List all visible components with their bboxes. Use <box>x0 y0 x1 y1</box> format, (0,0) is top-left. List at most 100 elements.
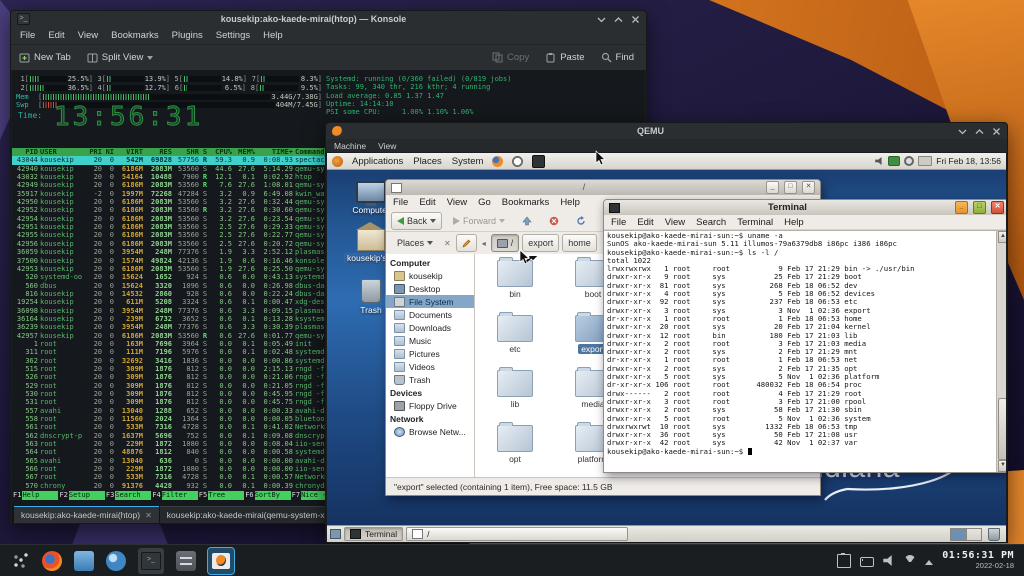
column-header-s[interactable]: S <box>201 148 209 156</box>
scroll-down-icon[interactable]: ▼ <box>998 460 1006 472</box>
path-button-root[interactable]: / <box>491 234 520 252</box>
scroll-up-icon[interactable]: ▲ <box>998 231 1006 243</box>
path-scroll-left-icon[interactable]: ◂ <box>482 239 486 248</box>
folder-etc[interactable]: etc <box>483 315 547 356</box>
menu-item-plugins[interactable]: Plugins <box>172 30 203 41</box>
fkey-f3[interactable]: F3Search <box>105 491 151 500</box>
volume-icon[interactable] <box>875 157 884 166</box>
trash-applet-icon[interactable] <box>988 528 1000 541</box>
menu-item-bookmarks[interactable]: Bookmarks <box>111 30 159 41</box>
menu-item-places[interactable]: Places <box>413 156 442 167</box>
menu-item-help[interactable]: Help <box>263 30 283 41</box>
terminal-titlebar[interactable]: Terminal _ □ ✕ <box>604 200 1006 215</box>
minimize-icon[interactable]: _ <box>766 181 779 194</box>
close-icon[interactable]: ✕ <box>802 181 815 194</box>
maximize-icon[interactable]: □ <box>784 181 797 194</box>
konsole-task-button[interactable]: >_ <box>138 548 164 574</box>
maximize-icon[interactable] <box>975 127 984 136</box>
clipboard-icon[interactable] <box>837 554 851 568</box>
menu-item-file[interactable]: File <box>611 217 626 228</box>
column-header-mem[interactable]: MEM% <box>234 148 255 156</box>
clock-applet-icon[interactable] <box>904 156 914 166</box>
column-header-virt[interactable]: VIRT <box>116 148 143 156</box>
fkey-f1[interactable]: F1Help <box>12 491 58 500</box>
keyboard-icon[interactable] <box>860 557 874 567</box>
find-button[interactable]: Find <box>601 52 634 63</box>
close-icon[interactable] <box>631 15 640 24</box>
menu-item-edit[interactable]: Edit <box>637 217 653 228</box>
sidebar-item-music[interactable]: Music <box>386 334 474 347</box>
maximize-icon[interactable] <box>614 15 623 24</box>
sidebar-item-file-system[interactable]: File System <box>386 295 474 308</box>
close-tab-icon[interactable]: ✕ <box>145 511 152 520</box>
guest-display[interactable]: ApplicationsPlacesSystem Fri Feb 18, 13:… <box>327 153 1006 542</box>
qemu-task-button[interactable] <box>208 548 234 574</box>
sidebar-item-floppy-drive[interactable]: Floppy Drive <box>386 399 474 412</box>
terminal-viewport[interactable]: kousekip@ako-kaede-mirai-sun:~$ uname -a… <box>604 230 1006 472</box>
fkey-f4[interactable]: F4Filter <box>151 491 197 500</box>
terminal-tab-0[interactable]: kousekip:ako-kaede-mirai(htop)✕ <box>14 506 159 523</box>
sidebar-item-kousekip[interactable]: kousekip <box>386 269 474 282</box>
column-header-time[interactable]: TIME+ <box>257 148 293 156</box>
menu-item-view[interactable]: View <box>378 141 396 151</box>
network-icon[interactable] <box>888 156 900 166</box>
close-icon[interactable] <box>992 127 1001 136</box>
konsole-titlebar[interactable]: >_ kousekip:ako-kaede-mirai(htop) — Kons… <box>11 11 646 27</box>
fkey-f2[interactable]: F2Setup <box>58 491 104 500</box>
column-header-shr[interactable]: SHR <box>174 148 199 156</box>
fkey-f5[interactable]: F5Tree <box>198 491 244 500</box>
minimize-icon[interactable] <box>958 127 967 136</box>
menu-item-bookmarks[interactable]: Bookmarks <box>502 197 550 208</box>
sidebar-item-downloads[interactable]: Downloads <box>386 321 474 334</box>
taskbar-filemanager-button[interactable]: / <box>406 527 628 541</box>
settings-icon[interactable] <box>176 551 196 571</box>
firefox-icon[interactable] <box>42 551 62 571</box>
column-header-pid[interactable]: PID <box>12 148 38 156</box>
menu-item-file[interactable]: File <box>20 30 35 41</box>
wifi-icon[interactable] <box>904 555 916 569</box>
menu-item-view[interactable]: View <box>665 217 685 228</box>
dolphin-icon[interactable] <box>74 551 94 571</box>
app-launcher-icon[interactable] <box>10 551 30 571</box>
column-header-ni[interactable]: NI <box>104 148 114 156</box>
column-header-pri[interactable]: PRI <box>88 148 102 156</box>
places-selector[interactable]: Places <box>391 234 439 252</box>
browser-icon[interactable] <box>106 551 126 571</box>
sidebar-item-trash[interactable]: Trash <box>386 373 474 386</box>
menu-item-applications[interactable]: Applications <box>352 156 403 167</box>
split-view-button[interactable]: Split View <box>87 52 154 63</box>
menu-item-machine[interactable]: Machine <box>334 141 366 151</box>
sidebar-item-desktop[interactable]: Desktop <box>386 282 474 295</box>
sidebar-item-browse-netw---[interactable]: Browse Netw... <box>386 425 474 438</box>
terminal-launcher-icon[interactable] <box>532 155 545 168</box>
menu-item-search[interactable]: Search <box>696 217 726 228</box>
maximize-icon[interactable]: □ <box>973 201 986 214</box>
column-header-user[interactable]: USER <box>40 148 86 156</box>
close-sidebar-icon[interactable]: ✕ <box>444 239 451 248</box>
sidebar-item-videos[interactable]: Videos <box>386 360 474 373</box>
tray-expander-icon[interactable] <box>925 560 933 565</box>
guest-terminal-window[interactable]: Terminal _ □ ✕ FileEditViewSearchTermina… <box>603 199 1006 473</box>
menu-item-view[interactable]: View <box>447 197 467 208</box>
menu-item-view[interactable]: View <box>78 30 98 41</box>
workspace-1[interactable] <box>951 529 966 540</box>
volume-icon[interactable] <box>883 555 895 567</box>
paste-button[interactable]: Paste <box>545 52 584 63</box>
fkey-f6[interactable]: F6SortBy <box>244 491 290 500</box>
show-desktop-icon[interactable] <box>330 529 341 539</box>
menu-item-system[interactable]: System <box>452 156 484 167</box>
terminal-scrollbar[interactable]: ▲ ▼ <box>996 231 1006 472</box>
menu-item-edit[interactable]: Edit <box>48 30 64 41</box>
menu-item-edit[interactable]: Edit <box>419 197 435 208</box>
minimize-icon[interactable]: _ <box>955 201 968 214</box>
new-tab-button[interactable]: New Tab <box>19 52 71 63</box>
stop-button[interactable] <box>543 212 565 230</box>
qemu-window[interactable]: QEMU MachineView ApplicationsPlacesSyste… <box>325 122 1008 543</box>
menu-item-file[interactable]: File <box>393 197 408 208</box>
minimize-icon[interactable] <box>597 15 606 24</box>
sidebar-item-pictures[interactable]: Pictures <box>386 347 474 360</box>
copy-button[interactable]: Copy <box>492 52 529 63</box>
taskbar-terminal-button[interactable]: Terminal <box>344 527 403 541</box>
path-button-home[interactable]: home <box>562 234 597 252</box>
sidebar-item-documents[interactable]: Documents <box>386 308 474 321</box>
